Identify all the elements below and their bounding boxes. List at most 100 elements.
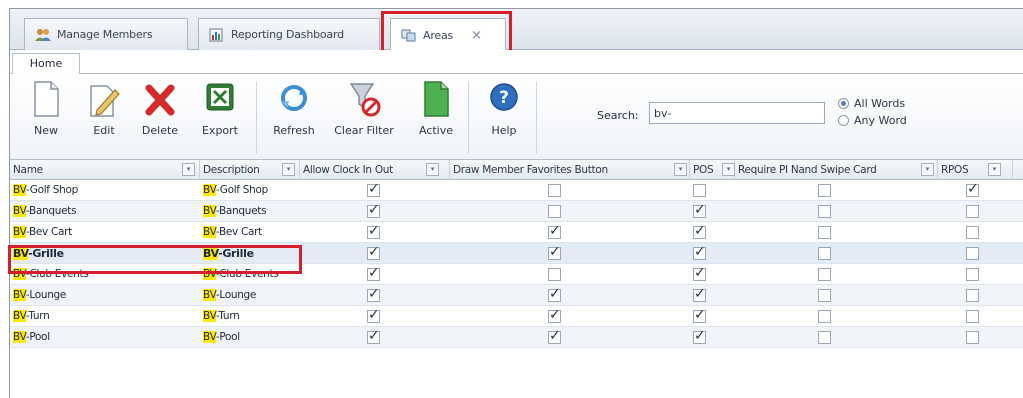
ribbon-toolbar: New Edit Delete Export Refresh Clear Fil… bbox=[10, 74, 1023, 160]
row-checkbox[interactable] bbox=[818, 226, 831, 239]
row-checkbox[interactable] bbox=[367, 328, 380, 344]
export-button[interactable]: Export bbox=[194, 80, 246, 137]
tab-areas[interactable]: Areas × bbox=[390, 18, 506, 51]
row-checkbox[interactable] bbox=[966, 289, 979, 302]
row-checkbox[interactable] bbox=[966, 268, 979, 281]
search-highlight: BV bbox=[13, 289, 26, 301]
tab-reporting-dashboard[interactable]: Reporting Dashboard bbox=[198, 18, 380, 50]
column-header[interactable]: Require PI Nand Swipe Card bbox=[735, 160, 938, 180]
radio-button-selected[interactable] bbox=[838, 98, 849, 109]
row-checkbox[interactable] bbox=[693, 307, 706, 323]
row-checkbox[interactable] bbox=[548, 244, 561, 260]
table-row[interactable]: BV-Lounge BV-Lounge bbox=[10, 285, 1023, 306]
row-checkbox[interactable] bbox=[818, 268, 831, 281]
table-row[interactable]: BV-Pool BV-Pool bbox=[10, 327, 1023, 348]
search-highlight: BV bbox=[203, 310, 216, 322]
column-filter-button[interactable]: ▾ bbox=[722, 163, 735, 176]
dashboard-icon bbox=[209, 28, 225, 42]
radio-any-word[interactable]: Any Word bbox=[838, 114, 907, 127]
close-tab-icon[interactable]: × bbox=[471, 28, 482, 43]
help-question-icon: ? bbox=[487, 80, 521, 118]
areas-grid: Name ▾ Description ▾ Allow Clock In Out ▾ Draw… bbox=[10, 160, 1023, 398]
row-checkbox[interactable] bbox=[966, 247, 979, 260]
row-checkbox[interactable] bbox=[966, 310, 979, 323]
new-button[interactable]: New bbox=[22, 80, 70, 137]
active-button[interactable]: Active bbox=[410, 80, 462, 137]
row-checkbox[interactable] bbox=[818, 289, 831, 302]
column-filter-button[interactable]: ▾ bbox=[921, 163, 934, 176]
search-highlight: BV bbox=[13, 268, 26, 280]
column-filter-button[interactable]: ▾ bbox=[282, 163, 295, 176]
cell-name: BV-Club Events bbox=[13, 268, 89, 280]
row-checkbox[interactable] bbox=[818, 331, 831, 344]
row-checkbox[interactable] bbox=[367, 202, 380, 218]
table-row[interactable]: BV-Turn BV-Turn bbox=[10, 306, 1023, 327]
column-header[interactable]: Name bbox=[10, 160, 200, 180]
tab-label: Manage Members bbox=[57, 28, 153, 41]
refresh-button[interactable]: Refresh bbox=[264, 80, 324, 137]
row-checkbox[interactable] bbox=[818, 184, 831, 197]
row-checkbox[interactable] bbox=[818, 310, 831, 323]
clear-filter-icon bbox=[347, 80, 381, 118]
edit-button[interactable]: Edit bbox=[82, 80, 126, 137]
excel-icon bbox=[203, 80, 237, 118]
row-checkbox[interactable] bbox=[367, 181, 380, 197]
row-checkbox[interactable] bbox=[367, 244, 380, 260]
column-header-label: RPOS bbox=[941, 164, 969, 176]
table-row[interactable]: BV-Banquets BV-Banquets bbox=[10, 201, 1023, 222]
tab-manage-members[interactable]: Manage Members bbox=[24, 18, 188, 50]
search-highlight: BV bbox=[13, 226, 26, 238]
row-checkbox[interactable] bbox=[693, 202, 706, 218]
search-highlight: BV bbox=[13, 247, 29, 260]
search-highlight: BV bbox=[203, 268, 216, 280]
table-row[interactable]: BV-Bev Cart BV-Bev Cart bbox=[10, 222, 1023, 243]
column-header-label: Require PI Nand Swipe Card bbox=[738, 164, 877, 176]
row-checkbox[interactable] bbox=[818, 247, 831, 260]
row-checkbox[interactable] bbox=[548, 223, 561, 239]
row-checkbox[interactable] bbox=[367, 286, 380, 302]
row-checkbox[interactable] bbox=[818, 205, 831, 218]
row-checkbox[interactable] bbox=[548, 286, 561, 302]
column-filter-button[interactable]: ▾ bbox=[426, 163, 439, 176]
row-checkbox[interactable] bbox=[693, 265, 706, 281]
search-input[interactable] bbox=[649, 102, 825, 124]
ribbon-tab-home[interactable]: Home bbox=[12, 53, 80, 75]
row-checkbox[interactable] bbox=[548, 268, 561, 281]
search-highlight: BV bbox=[203, 226, 216, 238]
radio-button[interactable] bbox=[838, 115, 849, 126]
radio-all-words[interactable]: All Words bbox=[838, 97, 905, 110]
column-header-label: Allow Clock In Out bbox=[303, 164, 393, 176]
help-button[interactable]: ? Help bbox=[480, 80, 528, 137]
ribbon-separator bbox=[468, 82, 469, 154]
row-checkbox[interactable] bbox=[367, 265, 380, 281]
row-checkbox[interactable] bbox=[548, 307, 561, 323]
row-checkbox[interactable] bbox=[548, 205, 561, 218]
ribbon-separator bbox=[536, 82, 537, 154]
row-checkbox[interactable] bbox=[693, 328, 706, 344]
table-row[interactable]: BV-Grille BV-Grille bbox=[10, 243, 1023, 264]
column-filter-button[interactable]: ▾ bbox=[988, 163, 1001, 176]
row-checkbox[interactable] bbox=[966, 226, 979, 239]
document-tab-strip: Manage Members Reporting Dashboard Areas… bbox=[10, 9, 1023, 51]
row-checkbox[interactable] bbox=[367, 223, 380, 239]
row-checkbox[interactable] bbox=[966, 181, 979, 197]
table-row[interactable]: BV-Club Events BV-Club Events bbox=[10, 264, 1023, 285]
row-checkbox[interactable] bbox=[548, 184, 561, 197]
column-filter-button[interactable]: ▾ bbox=[182, 163, 195, 176]
row-checkbox[interactable] bbox=[548, 328, 561, 344]
clear-filter-button[interactable]: Clear Filter bbox=[330, 80, 398, 137]
column-header[interactable]: Draw Member Favorites Button bbox=[450, 160, 690, 180]
row-checkbox[interactable] bbox=[693, 184, 706, 197]
row-checkbox[interactable] bbox=[693, 286, 706, 302]
column-header[interactable]: RPOS bbox=[938, 160, 1013, 180]
column-filter-button[interactable]: ▾ bbox=[674, 163, 687, 176]
row-checkbox[interactable] bbox=[693, 223, 706, 239]
row-checkbox[interactable] bbox=[966, 331, 979, 344]
search-highlight: BV bbox=[13, 184, 26, 196]
search-highlight: BV bbox=[203, 331, 216, 343]
delete-button[interactable]: Delete bbox=[134, 80, 186, 137]
table-row[interactable]: BV-Golf Shop BV-Golf Shop bbox=[10, 180, 1023, 201]
row-checkbox[interactable] bbox=[693, 244, 706, 260]
row-checkbox[interactable] bbox=[966, 205, 979, 218]
row-checkbox[interactable] bbox=[367, 307, 380, 323]
